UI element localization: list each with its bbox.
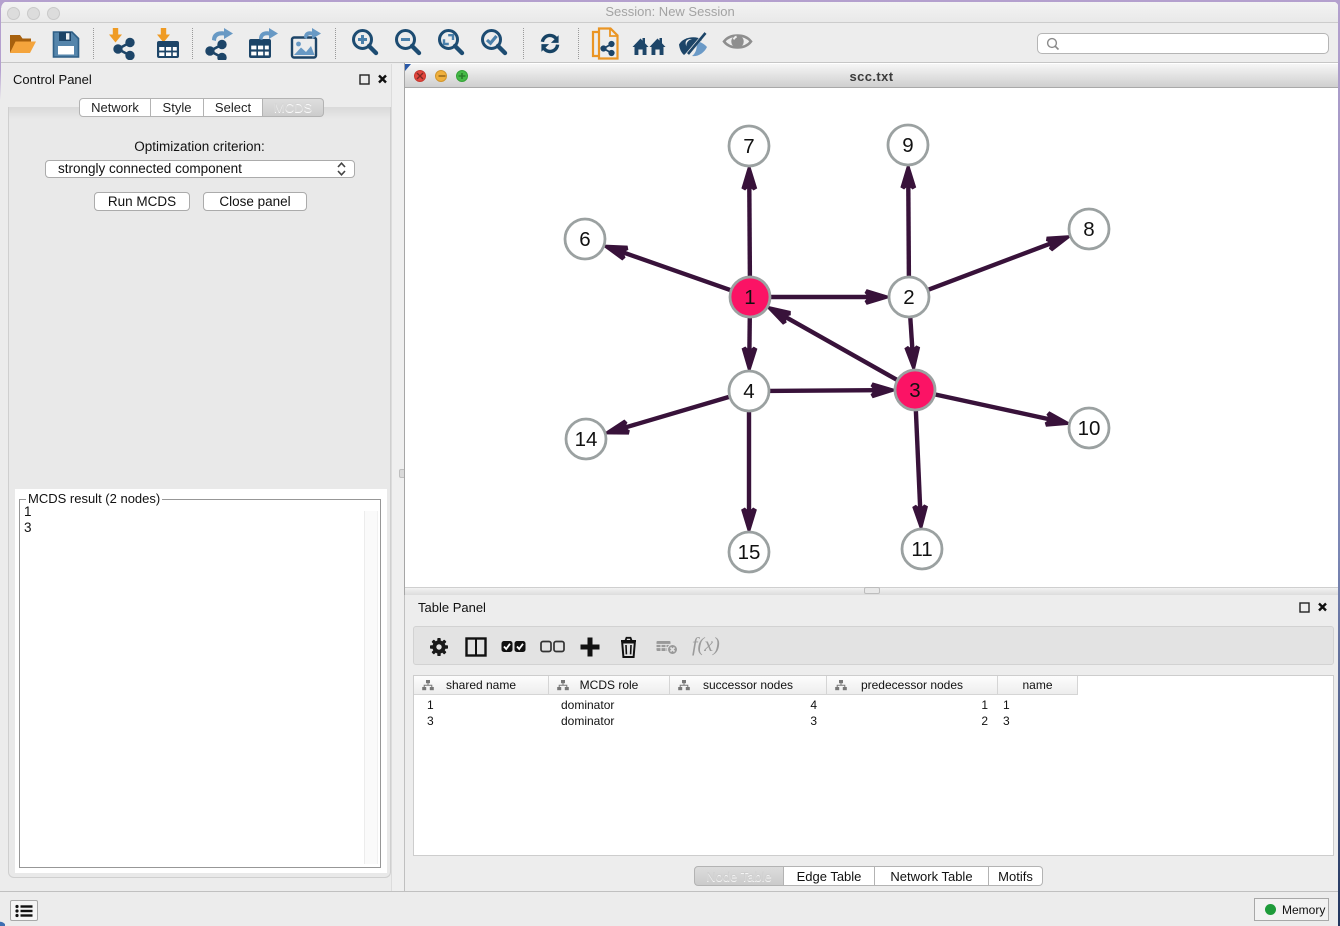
- svg-text:7: 7: [743, 135, 754, 158]
- svg-text:6: 6: [579, 228, 590, 251]
- svg-text:8: 8: [1083, 218, 1094, 241]
- svg-text:3: 3: [909, 379, 920, 402]
- svg-text:2: 2: [903, 286, 914, 309]
- svg-text:1: 1: [744, 286, 755, 309]
- svg-text:15: 15: [738, 541, 761, 564]
- svg-text:11: 11: [911, 538, 932, 561]
- svg-text:9: 9: [902, 134, 913, 157]
- svg-text:4: 4: [743, 380, 754, 403]
- svg-text:14: 14: [575, 428, 598, 451]
- svg-text:10: 10: [1078, 417, 1101, 440]
